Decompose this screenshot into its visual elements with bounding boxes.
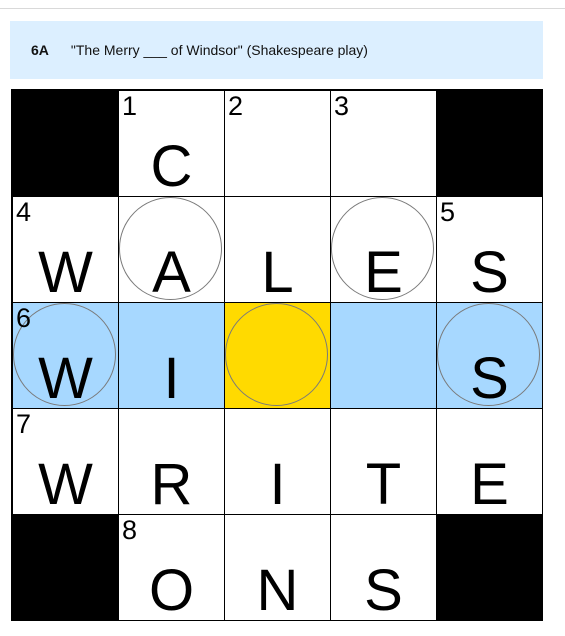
grid-cell[interactable]: I xyxy=(119,303,224,408)
grid-cell[interactable]: 4W xyxy=(13,197,118,302)
cell-letter: E xyxy=(470,452,509,514)
grid-cell[interactable]: S xyxy=(437,303,542,408)
cell-letter: L xyxy=(261,240,294,302)
grid-cell[interactable]: N xyxy=(225,515,330,620)
cell-letter: N xyxy=(256,558,299,620)
grid-cell[interactable]: 3 xyxy=(331,91,436,196)
clue-bar[interactable]: 6A "The Merry ___ of Windsor" (Shakespea… xyxy=(10,21,543,79)
black-square xyxy=(13,515,118,620)
cell-letter: W xyxy=(38,346,93,408)
cell-circle xyxy=(225,303,328,406)
cell-letter: W xyxy=(38,240,93,302)
cell-letter: A xyxy=(152,240,191,302)
grid-cell[interactable]: R xyxy=(119,409,224,514)
grid-cell[interactable]: S xyxy=(331,515,436,620)
cell-letter: S xyxy=(470,240,509,302)
cell-letter: C xyxy=(150,134,193,196)
grid-cell[interactable]: E xyxy=(437,409,542,514)
clue-number-label: 5 xyxy=(440,197,456,227)
clue-number-label: 2 xyxy=(228,91,244,121)
grid-cell[interactable]: 6W xyxy=(13,303,118,408)
grid-cell[interactable]: 1C xyxy=(119,91,224,196)
grid-cell[interactable]: L xyxy=(225,197,330,302)
top-divider xyxy=(0,8,565,9)
cell-letter: I xyxy=(163,346,180,408)
clue-number-label: 8 xyxy=(122,515,138,545)
grid-cell[interactable]: 2 xyxy=(225,91,330,196)
grid-cell[interactable]: T xyxy=(331,409,436,514)
cell-letter: I xyxy=(269,452,286,514)
cell-letter: W xyxy=(38,452,93,514)
selected-cell[interactable] xyxy=(225,303,330,408)
black-square xyxy=(437,91,542,196)
clue-number: 6A xyxy=(31,42,49,58)
grid-cell[interactable]: 7W xyxy=(13,409,118,514)
grid-cell[interactable]: E xyxy=(331,197,436,302)
clue-text: "The Merry ___ of Windsor" (Shakespeare … xyxy=(70,42,368,58)
clue-number-label: 3 xyxy=(334,91,350,121)
grid-cell[interactable] xyxy=(331,303,436,408)
cell-letter: E xyxy=(364,240,403,302)
grid-cell[interactable]: 8O xyxy=(119,515,224,620)
clue-number-label: 4 xyxy=(16,197,32,227)
cell-letter: R xyxy=(150,452,193,514)
grid-cell[interactable]: A xyxy=(119,197,224,302)
clue-number-label: 6 xyxy=(16,303,32,333)
cell-letter: S xyxy=(470,346,509,408)
cell-letter: O xyxy=(148,558,195,620)
black-square xyxy=(13,91,118,196)
cell-letter: S xyxy=(364,558,403,620)
grid-cell[interactable]: 5S xyxy=(437,197,542,302)
grid-cell[interactable]: I xyxy=(225,409,330,514)
clue-number-label: 7 xyxy=(16,409,32,439)
crossword-grid: 1C234WALE5S6WIS7WRITE8ONS xyxy=(11,89,543,621)
clue-number-label: 1 xyxy=(122,91,138,121)
black-square xyxy=(437,515,542,620)
cell-letter: T xyxy=(365,452,402,514)
